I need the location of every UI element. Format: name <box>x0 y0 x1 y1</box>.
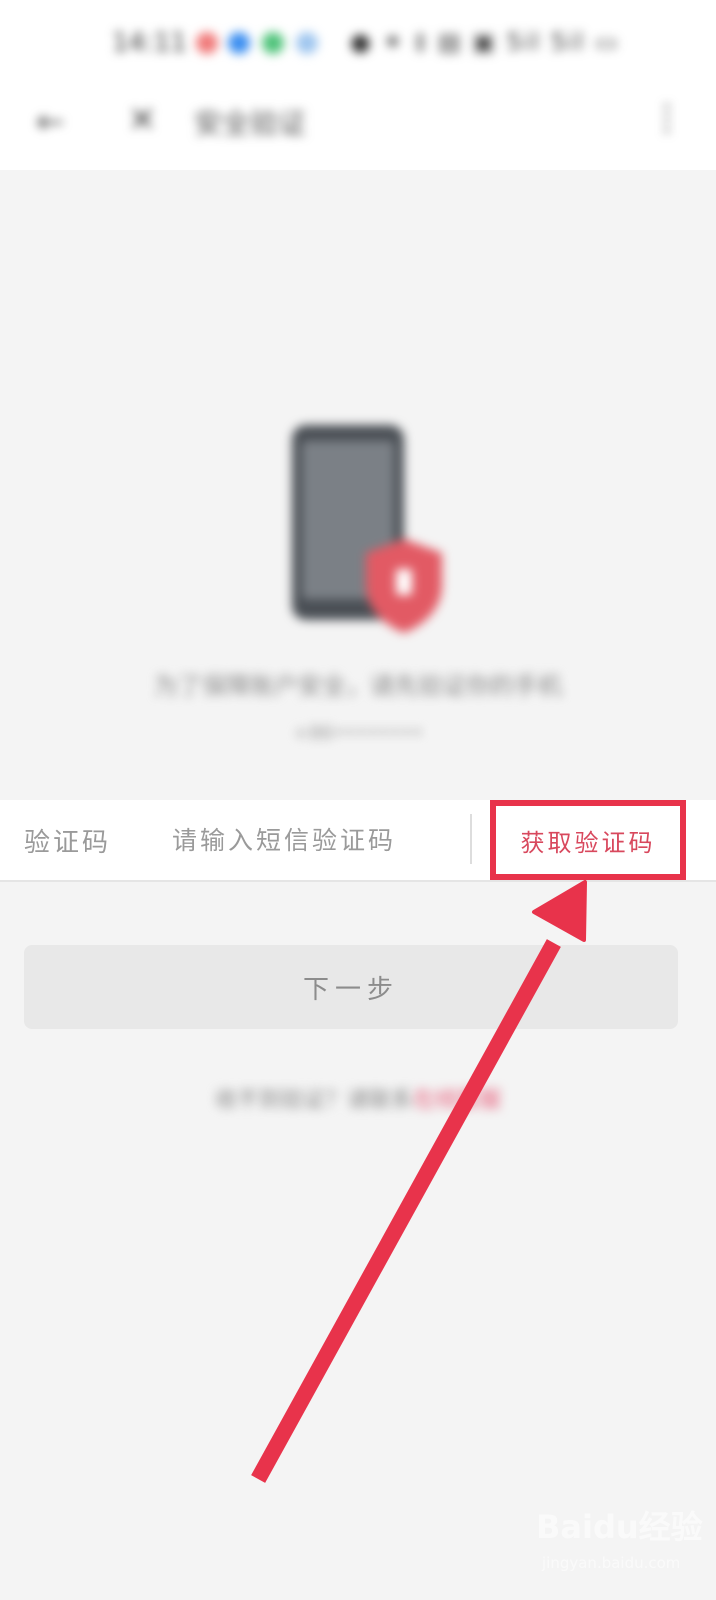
watermark: Bai​du经验 jingyan.baidu.com <box>536 1478 706 1578</box>
code-label: 验证码 <box>24 828 112 858</box>
status-bar: 14:11 ● ✶ ‡ ▤ ▣ 5il 5il ▭ <box>0 0 716 80</box>
watermark-logo: Bai​du经验 <box>536 1508 703 1546</box>
verification-code-row: 验证码 获取验证码 <box>0 800 716 882</box>
notification-dot-4 <box>296 32 318 54</box>
divider <box>470 814 472 864</box>
sms-code-input[interactable] <box>172 812 452 868</box>
more-vertical-icon[interactable]: ⋮ <box>650 98 684 138</box>
next-step-label: 下一步 <box>302 974 399 1005</box>
help-prefix: 收不到验证？请联系 <box>214 1088 413 1113</box>
back-arrow-icon[interactable]: ← <box>36 102 65 142</box>
customer-service-link[interactable]: 在线客服 <box>413 1088 501 1113</box>
notification-dot-3 <box>262 32 284 54</box>
status-icons: ● ✶ ‡ ▤ ▣ 5il 5il ▭ <box>350 28 620 56</box>
phone-number-hint: +86•••••••• <box>293 722 423 744</box>
notification-dot-1 <box>196 32 218 54</box>
help-text: 收不到验证？请联系在线客服 <box>0 1082 716 1114</box>
nav-bar: ← ✕ 安全验证 ⋮ <box>0 80 716 170</box>
status-time: 14:11 <box>112 28 187 58</box>
phone-shield-icon <box>280 425 460 640</box>
notification-dot-2 <box>228 32 250 54</box>
security-tip: 为了保障账户安全，请先验证你的手机 <box>154 672 562 700</box>
watermark-url: jingyan.baidu.com <box>542 1554 681 1572</box>
shield-icon <box>366 539 442 633</box>
get-code-button[interactable]: 获取验证码 <box>490 800 686 880</box>
page-title: 安全验证 <box>194 107 307 140</box>
get-code-label: 获取验证码 <box>520 828 656 857</box>
close-icon[interactable]: ✕ <box>128 100 157 140</box>
next-step-button[interactable]: 下一步 <box>24 945 678 1029</box>
